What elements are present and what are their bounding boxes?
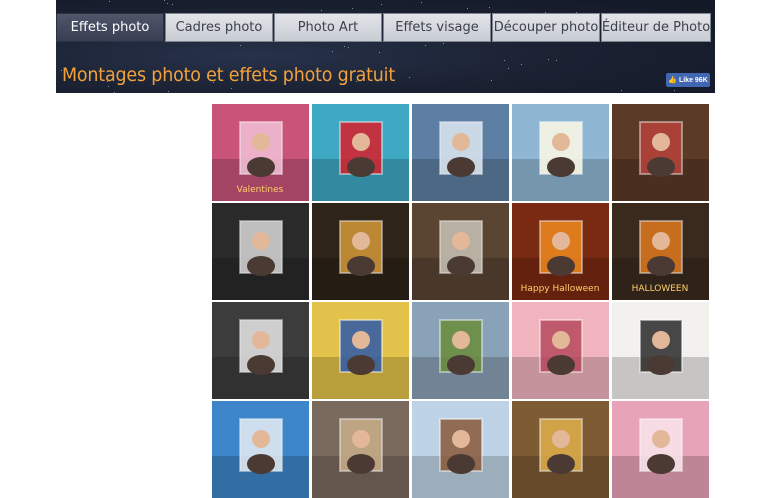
gallery-tile-blue-sky-billboard[interactable] xyxy=(212,401,309,498)
gallery-tile-christmas-frame[interactable] xyxy=(612,104,709,201)
thumbnail-image xyxy=(412,104,509,201)
star-dot xyxy=(332,51,333,52)
star-dot xyxy=(167,3,168,4)
star-dot xyxy=(114,92,115,93)
header-banner: Effets photo Cadres photo Photo Art Effe… xyxy=(56,0,715,93)
star-dot xyxy=(556,60,557,61)
gallery-tile-halloween-wall-frame[interactable]: HALLOWEEN xyxy=(612,203,709,300)
star-dot xyxy=(409,77,410,78)
thumbnail-image xyxy=(512,104,609,201)
facebook-like-button[interactable]: 👍 Like 96K xyxy=(666,73,710,87)
thumbnail-image xyxy=(312,104,409,201)
star-dot xyxy=(109,1,110,2)
thumbnail-caption: HALLOWEEN xyxy=(632,284,689,294)
thumbnail-image xyxy=(212,302,309,399)
star-dot xyxy=(231,88,232,89)
star-dot xyxy=(344,46,345,47)
tab-photo-art[interactable]: Photo Art xyxy=(274,13,382,42)
thumbnail-image xyxy=(412,302,509,399)
thumbnail-caption: Happy Halloween xyxy=(521,284,600,294)
thumbnail-image xyxy=(212,401,309,498)
gallery-tile-vintage-camera-photos[interactable] xyxy=(412,203,509,300)
thumbs-up-icon: 👍 xyxy=(668,77,677,84)
gallery-tile-pink-flowers-frame[interactable] xyxy=(512,302,609,399)
star-dot xyxy=(164,0,165,1)
star-dot xyxy=(425,45,426,46)
thumbnail-image xyxy=(412,401,509,498)
gallery-tile-tshirt-print[interactable] xyxy=(612,302,709,399)
thumbnail-image: Valentines xyxy=(212,104,309,201)
star-dot xyxy=(491,80,492,81)
gallery-tile-wooden-frame-wall[interactable] xyxy=(312,401,409,498)
thumbnail-caption: Valentines xyxy=(237,185,284,195)
star-dot xyxy=(321,10,322,11)
gallery-tile-pencil-sketch-art[interactable] xyxy=(212,203,309,300)
star-dot xyxy=(443,43,444,44)
thumbnail-image xyxy=(612,302,709,399)
thumbnail-image xyxy=(312,401,409,498)
gallery-tile-roses-gift-frame[interactable] xyxy=(312,104,409,201)
star-dot xyxy=(548,59,549,60)
star-dot xyxy=(379,52,380,53)
tab-effets-photo[interactable]: Effets photo xyxy=(56,13,164,42)
star-dot xyxy=(381,4,382,5)
star-dot xyxy=(521,64,522,65)
gallery-tile-pink-curtain-frame[interactable] xyxy=(612,401,709,498)
gallery-tile-light-blue-frame[interactable] xyxy=(412,401,509,498)
thumbnail-image xyxy=(512,401,609,498)
gallery-tile-pop-art-girl[interactable] xyxy=(312,302,409,399)
star-dot xyxy=(240,45,241,46)
tab-effets-visage[interactable]: Effets visage xyxy=(383,13,491,42)
thumbnail-image xyxy=(312,302,409,399)
star-dot xyxy=(674,90,675,91)
tab-editeur-de-photo[interactable]: Éditeur de Photo xyxy=(601,13,711,42)
star-dot xyxy=(621,90,622,91)
gallery-tile-happy-halloween-frame[interactable]: Happy Halloween xyxy=(512,203,609,300)
gallery-tile-valentines-effect[interactable]: Valentines xyxy=(212,104,309,201)
tab-decouper-photo[interactable]: Découper photo xyxy=(492,13,600,42)
star-dot xyxy=(504,60,505,61)
gallery-tile-coffee-table-frame[interactable] xyxy=(312,203,409,300)
thumbnail-image xyxy=(612,401,709,498)
thumbnail-image: HALLOWEEN xyxy=(612,203,709,300)
page-title: Montages photo et effets photo gratuit xyxy=(62,64,396,86)
thumbnail-image xyxy=(212,203,309,300)
like-count-label: Like 96K xyxy=(678,76,708,84)
star-dot xyxy=(348,47,349,48)
star-dot xyxy=(108,86,109,87)
thumbnail-image xyxy=(612,104,709,201)
gallery-tile-city-billboard[interactable] xyxy=(412,302,509,399)
star-dot xyxy=(421,2,422,3)
thumbnail-image xyxy=(312,203,409,300)
star-dot xyxy=(172,4,173,5)
thumbnail-image xyxy=(512,302,609,399)
gallery-tile-old-photo-on-table[interactable] xyxy=(512,104,609,201)
star-dot xyxy=(467,8,468,9)
thumbnail-image xyxy=(412,203,509,300)
star-dot xyxy=(168,91,169,92)
thumbnail-image: Happy Halloween xyxy=(512,203,609,300)
gallery-tile-sandwich-food[interactable] xyxy=(512,401,609,498)
star-dot xyxy=(352,8,353,9)
star-dot xyxy=(508,68,509,69)
gallery-tile-winter-frost-frame[interactable] xyxy=(412,104,509,201)
star-dot xyxy=(489,7,490,8)
gallery-tile-lamp-desk-frame[interactable] xyxy=(212,302,309,399)
tab-cadres-photo[interactable]: Cadres photo xyxy=(165,13,273,42)
main-nav: Effets photo Cadres photo Photo Art Effe… xyxy=(56,13,712,42)
